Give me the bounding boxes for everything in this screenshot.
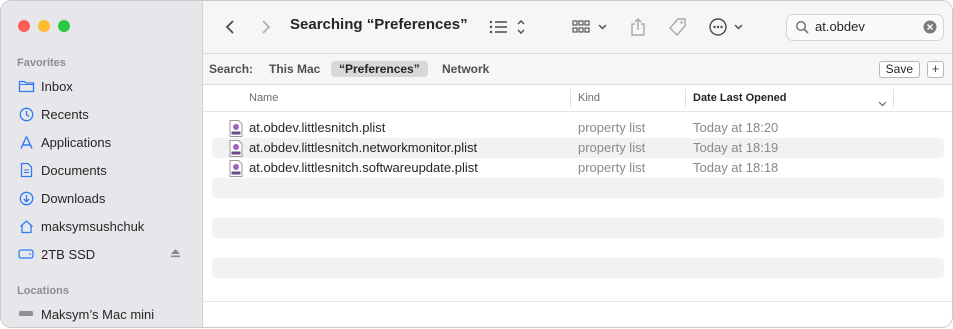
- sidebar: Favorites Inbox Recents Applications Doc…: [1, 1, 203, 327]
- empty-row: [212, 238, 944, 258]
- minimize-button[interactable]: [38, 20, 50, 32]
- view-options-button[interactable]: [488, 16, 528, 38]
- scope-label: Search:: [209, 62, 254, 76]
- sidebar-item-applications[interactable]: Applications: [17, 130, 187, 154]
- zoom-button[interactable]: [58, 20, 70, 32]
- sort-chevron-icon[interactable]: [878, 94, 887, 112]
- plist-file-icon: [229, 120, 243, 140]
- sidebar-item-home[interactable]: maksymsushchuk: [17, 214, 187, 238]
- scope-network[interactable]: Network: [434, 61, 497, 77]
- file-kind: property list: [578, 160, 646, 175]
- eject-icon[interactable]: [170, 246, 181, 261]
- computer-icon: [17, 305, 35, 323]
- sidebar-item-label: 2TB SSD: [41, 246, 96, 262]
- list-view-icon: [489, 20, 525, 34]
- file-date: Today at 18:19: [693, 140, 779, 155]
- sidebar-item-documents[interactable]: Documents: [17, 158, 187, 182]
- sidebar-item-recents[interactable]: Recents: [17, 102, 187, 126]
- download-icon: [17, 189, 35, 207]
- grid-icon: [572, 20, 607, 33]
- file-kind: property list: [578, 120, 646, 135]
- sidebar-item-downloads[interactable]: Downloads: [17, 186, 187, 210]
- empty-row: [212, 198, 944, 218]
- search-field[interactable]: at.obdev: [786, 14, 944, 41]
- share-button[interactable]: [627, 15, 649, 39]
- window-title: Searching “Preferences”: [290, 16, 468, 33]
- scope-this-mac[interactable]: This Mac: [261, 61, 328, 77]
- column-divider[interactable]: [685, 89, 686, 107]
- empty-row: [212, 218, 944, 238]
- table-row[interactable]: at.obdev.littlesnitch.plist property lis…: [212, 118, 944, 138]
- add-criteria-button[interactable]: +: [927, 61, 944, 78]
- applications-icon: [17, 133, 35, 151]
- drive-icon: [17, 245, 35, 263]
- sidebar-item-label: Maksym’s Mac mini: [41, 306, 155, 322]
- chevron-right-icon: [262, 20, 271, 34]
- column-header-name[interactable]: Name: [249, 92, 278, 104]
- forward-button[interactable]: [257, 17, 275, 37]
- toolbar: Searching “Preferences” at.obdev: [203, 1, 952, 54]
- sidebar-item-mac-mini[interactable]: Maksym’s Mac mini: [17, 302, 187, 326]
- action-button[interactable]: [708, 16, 748, 38]
- column-header-date-last-opened[interactable]: Date Last Opened: [693, 92, 787, 104]
- search-scope-bar: Search: This Mac “Preferences” Network S…: [203, 54, 952, 85]
- file-date: Today at 18:20: [693, 120, 779, 135]
- sidebar-item-inbox[interactable]: Inbox: [17, 74, 187, 98]
- locations-header: Locations: [17, 285, 69, 297]
- sidebar-item-label: Inbox: [41, 78, 73, 94]
- sidebar-item-2tb-ssd[interactable]: 2TB SSD: [17, 242, 187, 266]
- clear-search-icon[interactable]: [923, 20, 937, 39]
- file-name: at.obdev.littlesnitch.softwareupdate.pli…: [249, 160, 478, 175]
- traffic-lights: [18, 20, 70, 32]
- folder-icon: [17, 77, 35, 95]
- table-row[interactable]: at.obdev.littlesnitch.softwareupdate.pli…: [212, 158, 944, 178]
- clock-icon: [17, 105, 35, 123]
- favorites-header: Favorites: [17, 57, 66, 69]
- file-name: at.obdev.littlesnitch.plist: [249, 120, 386, 135]
- tag-icon: [669, 18, 686, 37]
- save-search-button[interactable]: Save: [878, 61, 920, 78]
- sidebar-item-label: Recents: [41, 106, 89, 122]
- group-button[interactable]: [571, 16, 611, 38]
- finder-window: Favorites Inbox Recents Applications Doc…: [1, 1, 952, 327]
- sidebar-item-label: maksymsushchuk: [41, 218, 145, 234]
- file-date: Today at 18:18: [693, 160, 779, 175]
- sidebar-item-label: Downloads: [41, 190, 106, 206]
- search-icon: [795, 20, 809, 39]
- file-kind: property list: [578, 140, 646, 155]
- sidebar-item-label: Applications: [41, 134, 112, 150]
- column-divider[interactable]: [570, 89, 571, 107]
- search-input[interactable]: at.obdev: [815, 19, 865, 34]
- table-header: Name Kind Date Last Opened: [203, 85, 952, 112]
- close-button[interactable]: [18, 20, 30, 32]
- column-divider[interactable]: [893, 89, 894, 107]
- empty-row: [212, 258, 944, 278]
- ellipsis-circle-icon: [709, 18, 743, 36]
- back-button[interactable]: [221, 17, 239, 37]
- home-icon: [17, 217, 35, 235]
- table-row[interactable]: at.obdev.littlesnitch.networkmonitor.pli…: [212, 138, 944, 158]
- share-icon: [631, 18, 645, 36]
- chevron-left-icon: [225, 20, 234, 34]
- document-icon: [17, 161, 35, 179]
- file-list: at.obdev.littlesnitch.plist property lis…: [212, 118, 944, 278]
- empty-row: [212, 178, 944, 198]
- plist-file-icon: [229, 140, 243, 160]
- file-name: at.obdev.littlesnitch.networkmonitor.pli…: [249, 140, 478, 155]
- sidebar-item-label: Documents: [41, 162, 107, 178]
- scope-preferences[interactable]: “Preferences”: [331, 61, 428, 77]
- path-bar: [203, 301, 952, 327]
- tags-button[interactable]: [666, 15, 690, 39]
- plist-file-icon: [229, 160, 243, 180]
- column-header-kind[interactable]: Kind: [578, 92, 600, 104]
